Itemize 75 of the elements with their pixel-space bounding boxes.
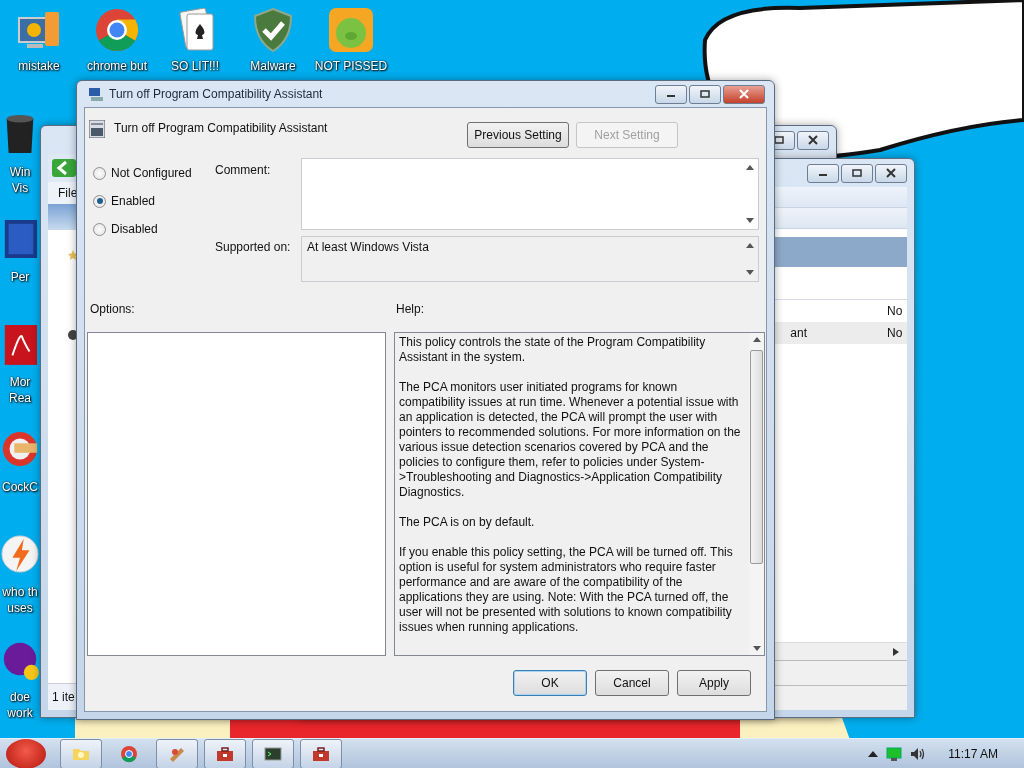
terminal-icon: [263, 744, 283, 764]
maximize-button[interactable]: [689, 84, 721, 104]
close-button[interactable]: [875, 163, 907, 183]
network-icon[interactable]: [886, 747, 903, 761]
maximize-icon: [699, 89, 711, 99]
policy-title: Turn off Program Compatibility Assistant: [114, 121, 329, 135]
table-cell: ant: [790, 326, 807, 340]
scroll-down-icon[interactable]: [746, 270, 754, 275]
table-cell-text: No: [887, 326, 904, 340]
radio-label[interactable]: Not Configured: [111, 166, 192, 180]
minimize-button[interactable]: [807, 163, 839, 183]
radio-button[interactable]: [93, 222, 106, 236]
radio-button[interactable]: [93, 166, 106, 180]
minimize-button[interactable]: [655, 84, 687, 104]
scroll-up-icon[interactable]: [746, 243, 754, 248]
maximize-button[interactable]: [841, 163, 873, 183]
help-paragraph: The PCA is on by default.: [399, 515, 536, 530]
icon-label: doe work: [7, 689, 33, 721]
icon-label: mistake: [18, 59, 60, 73]
icon-label: CockC: [2, 479, 38, 495]
icon-label: Mor Rea: [9, 374, 31, 406]
toolbox-icon: [311, 744, 331, 764]
clock[interactable]: 11:17 AM: [948, 747, 998, 761]
close-icon: [885, 168, 897, 178]
policy-icon: [89, 120, 105, 138]
maximize-icon: [773, 135, 785, 145]
window-title: Turn off Program Compatibility Assistant: [109, 87, 324, 101]
taskbar-button[interactable]: [300, 739, 342, 768]
close-icon: [738, 89, 750, 99]
scroll-thumb[interactable]: [750, 350, 763, 564]
help-paragraph: The PCA monitors user initiated programs for known compatibility issues at run time. Whenever a potential issue with an application is detected, the PCA will prompt the user with pointers to recommended solutions. For more information on the various issue detection scenarios covered by PCA and the policies to configure them, refer to policies under System->Troubleshooting and Diagnostics->Application Compatibility Diagnostics.: [399, 380, 742, 500]
icon-label: NOT PISSED: [314, 59, 388, 73]
field-label: Comment:: [215, 162, 272, 179]
supported-text: At least Windows Vista: [306, 239, 430, 256]
scroll-down-icon[interactable]: [746, 218, 754, 223]
help-label: Help:: [396, 302, 424, 318]
radio-label[interactable]: Enabled: [111, 194, 156, 208]
vertical-scrollbar[interactable]: [749, 333, 764, 655]
taskbar-button[interactable]: [252, 739, 294, 768]
close-button[interactable]: [797, 130, 829, 150]
icon-label: who th uses: [2, 584, 38, 616]
dialog-button[interactable]: OK: [513, 670, 587, 696]
star-icon[interactable]: [68, 250, 78, 260]
close-icon: [807, 135, 819, 145]
scroll-down-icon[interactable]: [752, 646, 761, 651]
icon-label: Win Vis: [9, 164, 31, 196]
icon-label: Malware: [250, 59, 296, 73]
volume-icon[interactable]: [910, 747, 927, 761]
help-paragraph: If you enable this policy setting, the PCA will be turned off. This option is useful for system administrators who require faster performance and are aware of the compatibility of the applications they are using. Note: With the PCA turned off, the user will not be presented with solutions to known compatibility issues when running applications.: [399, 545, 734, 635]
toolbox-icon: [215, 744, 235, 764]
options-label: Options:: [90, 302, 136, 318]
icon-label: chrome but: [87, 59, 147, 73]
scroll-up-icon[interactable]: [752, 337, 761, 342]
status-text: 1 ite: [52, 690, 75, 704]
comment-field[interactable]: [301, 158, 759, 230]
scroll-right-icon[interactable]: [893, 647, 899, 656]
icon-label: SO LIT!!!: [171, 59, 219, 73]
radio-label[interactable]: Disabled: [111, 222, 158, 236]
browser-icon[interactable]: [93, 6, 141, 54]
setting-button[interactable]: Previous Setting: [467, 122, 569, 148]
taskbar-button[interactable]: [204, 739, 246, 768]
maximize-icon: [851, 168, 863, 178]
icon-label: Per: [10, 269, 30, 285]
browser-icon: [119, 744, 139, 764]
scroll-up-icon[interactable]: [746, 165, 754, 170]
dialog-button[interactable]: Cancel: [595, 670, 669, 696]
start-button[interactable]: [6, 739, 46, 768]
bolt-icon[interactable]: [1, 532, 39, 576]
show-hidden-icons[interactable]: [868, 751, 879, 757]
field-label: Supported on:: [215, 239, 292, 256]
help-paragraph: This policy controls the state of the Program Compatibility Assistant in the system.: [399, 335, 707, 365]
radio-button[interactable]: [93, 194, 106, 208]
computer-icon: [88, 86, 104, 102]
file-menu[interactable]: File: [58, 186, 78, 200]
dialog-button[interactable]: Apply: [677, 670, 751, 696]
